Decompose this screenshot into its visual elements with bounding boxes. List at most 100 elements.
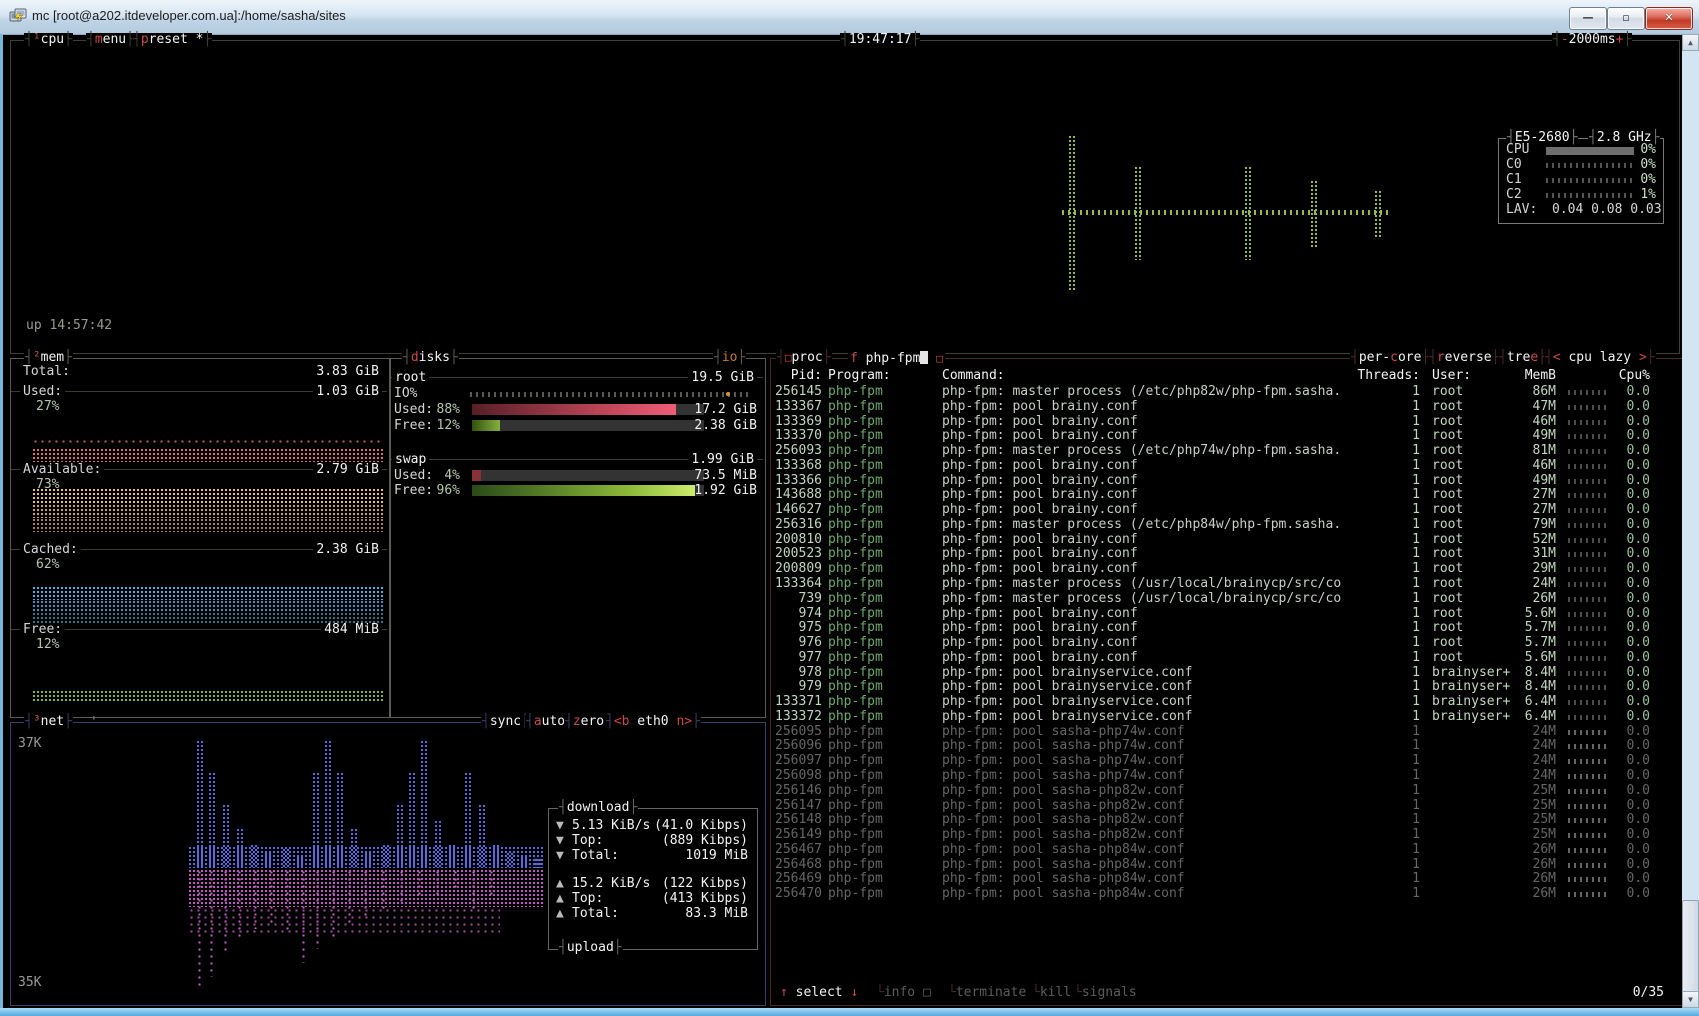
col-header-user[interactable]: User: (1432, 368, 1471, 383)
col-header-threads[interactable]: Threads: (1357, 368, 1420, 383)
process-row[interactable]: 256148php-fpmphp-fpm: pool sasha-php82w.… (0, 812, 1699, 827)
process-threads: 1 (1412, 768, 1420, 783)
core2-pct: 1% (1640, 187, 1656, 202)
process-command: php-fpm: pool sasha-php82w.conf (942, 783, 1185, 798)
tree-toggle[interactable]: tree (1498, 351, 1547, 365)
proc-filter-input[interactable]: f php-fpm □ (848, 351, 945, 366)
process-row[interactable]: 200810php-fpmphp-fpm: pool brainy.conf1r… (0, 532, 1699, 547)
scroll-down-button[interactable]: ▼ (1682, 991, 1699, 1008)
info-button[interactable]: info □ (874, 985, 933, 1000)
terminate-button[interactable]: terminate (946, 985, 1028, 1000)
io-mode-button[interactable]: io (713, 351, 746, 365)
per-core-toggle[interactable]: per-core (1350, 351, 1430, 365)
process-row[interactable]: 133367php-fpmphp-fpm: pool brainy.conf1r… (0, 399, 1699, 414)
process-row[interactable]: 133369php-fpmphp-fpm: pool brainy.conf1r… (0, 414, 1699, 429)
process-cpu-minigraph (1568, 774, 1608, 779)
upload-graph-base (188, 907, 500, 933)
window-titlebar[interactable]: mc [root@a202.itdeveloper.com.ua]:/home/… (0, 0, 1699, 35)
window-border-bottom (0, 1008, 1699, 1016)
up-total-value: 83.3 MiB (685, 906, 748, 921)
scrollbar-thumb[interactable] (1682, 900, 1699, 1005)
signals-button[interactable]: signals (1072, 985, 1139, 1000)
process-command: php-fpm: pool sasha-php84w.conf (942, 857, 1185, 872)
clock: 19:47:17 (840, 33, 920, 47)
refresh-rate-control[interactable]: -2000ms+ (1552, 33, 1632, 47)
process-row[interactable]: 256467php-fpmphp-fpm: pool sasha-php84w.… (0, 842, 1699, 857)
process-program: php-fpm (828, 753, 883, 768)
process-row[interactable]: 974php-fpmphp-fpm: pool brainy.conf1root… (0, 606, 1699, 621)
sort-next-arrow[interactable]: > (1639, 350, 1647, 365)
process-row[interactable]: 256098php-fpmphp-fpm: pool sasha-php74w.… (0, 768, 1699, 783)
process-row[interactable]: 256149php-fpmphp-fpm: pool sasha-php82w.… (0, 827, 1699, 842)
process-cpu-percent: 0.0 (1627, 665, 1650, 680)
process-row[interactable]: 256145php-fpmphp-fpm: master process (/e… (0, 384, 1699, 399)
process-row[interactable]: 256096php-fpmphp-fpm: pool sasha-php74w.… (0, 738, 1699, 753)
col-header-program[interactable]: Program: (828, 368, 891, 383)
menu-button[interactable]: menu (86, 33, 135, 47)
process-row[interactable]: 256316php-fpmphp-fpm: master process (/e… (0, 517, 1699, 532)
process-memory: 79M (1533, 517, 1556, 532)
process-pid: 133366 (775, 473, 822, 488)
process-cpu-percent: 0.0 (1627, 753, 1650, 768)
process-program: php-fpm (828, 517, 883, 532)
process-row[interactable]: 133366php-fpmphp-fpm: pool brainy.conf1r… (0, 473, 1699, 488)
process-row[interactable]: 977php-fpmphp-fpm: pool brainy.conf1root… (0, 650, 1699, 665)
process-row[interactable]: 256095php-fpmphp-fpm: pool sasha-php74w.… (0, 724, 1699, 739)
process-memory: 26M (1533, 591, 1556, 606)
process-memory: 29M (1533, 561, 1556, 576)
process-row[interactable]: 978php-fpmphp-fpm: pool brainyservice.co… (0, 665, 1699, 680)
process-cpu-percent: 0.0 (1627, 384, 1650, 399)
preset-button[interactable]: preset * (132, 33, 212, 47)
process-row[interactable]: 256093php-fpmphp-fpm: master process (/e… (0, 443, 1699, 458)
process-memory: 31M (1533, 546, 1556, 561)
col-header-cpu[interactable]: Cpu% (1619, 368, 1650, 383)
close-button[interactable]: ✕ (1645, 7, 1693, 30)
process-memory: 8.4M (1525, 679, 1556, 694)
process-row[interactable]: 133370php-fpmphp-fpm: pool brainy.conf1r… (0, 428, 1699, 443)
process-row[interactable]: 256147php-fpmphp-fpm: pool sasha-php82w.… (0, 798, 1699, 813)
process-row[interactable]: 256469php-fpmphp-fpm: pool sasha-php84w.… (0, 871, 1699, 886)
process-row[interactable]: 133371php-fpmphp-fpm: pool brainyservice… (0, 694, 1699, 709)
process-cpu-minigraph (1568, 715, 1608, 720)
rate-decrease-button[interactable]: - (1561, 32, 1569, 47)
process-cpu-minigraph (1568, 641, 1608, 646)
kill-button[interactable]: kill (1030, 985, 1073, 1000)
process-cpu-percent: 0.0 (1627, 591, 1650, 606)
scroll-up-button[interactable]: ▲ (1682, 34, 1699, 51)
process-command: php-fpm: pool brainy.conf (942, 487, 1138, 502)
col-header-pid[interactable]: Pid: (791, 368, 822, 383)
col-header-memb[interactable]: MemB (1525, 368, 1556, 383)
process-row[interactable]: 133364php-fpmphp-fpm: master process (/u… (0, 576, 1699, 591)
process-threads: 1 (1412, 502, 1420, 517)
maximize-button[interactable]: ▫ (1607, 7, 1645, 30)
process-row[interactable]: 979php-fpmphp-fpm: pool brainyservice.co… (0, 679, 1699, 694)
process-row[interactable]: 133372php-fpmphp-fpm: pool brainyservice… (0, 709, 1699, 724)
process-row[interactable]: 976php-fpmphp-fpm: pool brainy.conf1root… (0, 635, 1699, 650)
process-row[interactable]: 256470php-fpmphp-fpm: pool sasha-php84w.… (0, 886, 1699, 901)
terminal-scrollbar[interactable]: ▲ ▼ (1682, 34, 1699, 1008)
sort-column-selector[interactable]: < cpu lazy > (1544, 351, 1656, 365)
col-header-command[interactable]: Command: (942, 368, 1005, 383)
process-row[interactable]: 256097php-fpmphp-fpm: pool sasha-php74w.… (0, 753, 1699, 768)
process-row[interactable]: 256146php-fpmphp-fpm: pool sasha-php82w.… (0, 783, 1699, 798)
reverse-toggle[interactable]: reverse (1428, 351, 1500, 365)
minimize-button[interactable]: — (1569, 7, 1607, 30)
select-control[interactable]: ↑ select ↓ (778, 985, 860, 1000)
process-row[interactable]: 133368php-fpmphp-fpm: pool brainy.conf1r… (0, 458, 1699, 473)
process-row[interactable]: 146627php-fpmphp-fpm: pool brainy.conf1r… (0, 502, 1699, 517)
cpu-total-pct: 0% (1640, 142, 1656, 157)
process-row[interactable]: 143688php-fpmphp-fpm: pool brainy.conf1r… (0, 487, 1699, 502)
process-cpu-minigraph (1568, 848, 1608, 853)
process-row[interactable]: 739php-fpmphp-fpm: master process (/usr/… (0, 591, 1699, 606)
sort-prev-arrow[interactable]: < (1553, 350, 1561, 365)
process-row[interactable]: 200523php-fpmphp-fpm: pool brainy.conf1r… (0, 546, 1699, 561)
process-cpu-percent: 0.0 (1627, 798, 1650, 813)
process-row[interactable]: 200809php-fpmphp-fpm: pool brainy.conf1r… (0, 561, 1699, 576)
process-row[interactable]: 256468php-fpmphp-fpm: pool sasha-php84w.… (0, 857, 1699, 872)
rate-increase-button[interactable]: + (1616, 32, 1624, 47)
process-memory: 5.6M (1525, 606, 1556, 621)
core1-pct: 0% (1640, 172, 1656, 187)
process-threads: 1 (1412, 561, 1420, 576)
process-cpu-minigraph (1568, 685, 1608, 690)
process-row[interactable]: 975php-fpmphp-fpm: pool brainy.conf1root… (0, 620, 1699, 635)
